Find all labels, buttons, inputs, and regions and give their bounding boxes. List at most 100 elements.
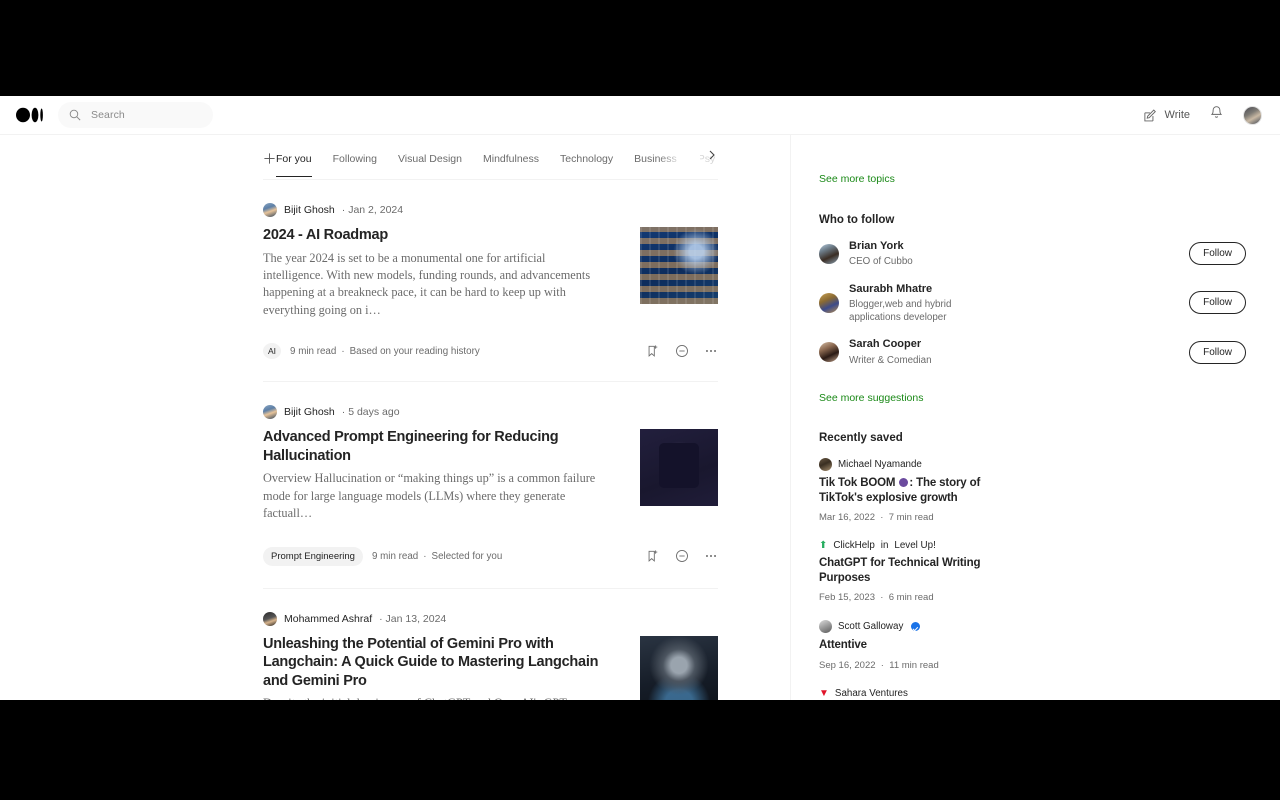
follow-suggestion-row[interactable]: Brian York CEO of Cubbo Follow bbox=[819, 239, 1280, 269]
person-info: Brian York CEO of Cubbo bbox=[849, 239, 971, 269]
circle-minus-icon bbox=[676, 345, 688, 358]
saved-article-item[interactable]: Scott Galloway Attentive Sep 16, 2022 · … bbox=[819, 620, 1280, 671]
article-title[interactable]: Advanced Prompt Engineering for Reducing… bbox=[263, 428, 603, 465]
publication-name[interactable]: Level Up! bbox=[894, 540, 935, 551]
article-card[interactable]: Bijit Ghosh · Jan 2, 2024 2024 - AI Road… bbox=[263, 180, 718, 383]
search-placeholder: Search bbox=[91, 109, 125, 121]
article-author[interactable]: Mohammed Ashraf · Jan 13, 2024 bbox=[263, 611, 718, 626]
meta-separator: · bbox=[341, 345, 345, 357]
add-topic-button[interactable] bbox=[263, 152, 276, 165]
person-avatar[interactable] bbox=[819, 243, 839, 264]
ellipsis-icon bbox=[705, 555, 717, 558]
follow-suggestion-row[interactable]: Sarah Cooper Writer & Comedian Follow bbox=[819, 337, 1280, 367]
search-input[interactable]: Search bbox=[58, 102, 213, 128]
saved-article-title[interactable]: ChatGPT for Technical Writing Purposes bbox=[819, 556, 1029, 586]
saved-article-title[interactable]: Attentive bbox=[819, 638, 1280, 653]
bookmark-icon[interactable] bbox=[646, 549, 660, 563]
ellipsis-icon bbox=[705, 350, 717, 353]
person-info: Saurabh Mhatre Blogger,web and hybrid ap… bbox=[849, 282, 971, 325]
person-name[interactable]: Saurabh Mhatre bbox=[849, 282, 971, 296]
tab-for-you[interactable]: For you bbox=[276, 153, 312, 177]
follow-button[interactable]: Follow bbox=[1189, 291, 1246, 315]
saved-article-meta: Sep 16, 2022 · 11 min read bbox=[819, 659, 939, 671]
article-subtitle: Despite the initial dominance of ChatGPT… bbox=[263, 695, 603, 700]
write-pencil-icon bbox=[1143, 108, 1156, 121]
author-avatar bbox=[263, 611, 277, 626]
write-button[interactable]: Write bbox=[1143, 108, 1190, 123]
author-avatar bbox=[819, 457, 832, 471]
follow-button[interactable]: Follow bbox=[1189, 242, 1246, 266]
more-options-icon[interactable] bbox=[704, 549, 718, 563]
article-thumbnail[interactable] bbox=[640, 635, 718, 700]
person-avatar[interactable] bbox=[819, 292, 839, 313]
person-description: Blogger,web and hybrid applications deve… bbox=[849, 298, 952, 324]
author-name: Michael Nyamande bbox=[838, 458, 922, 470]
article-subtitle: Overview Hallucination or “making things… bbox=[263, 471, 596, 521]
main-content: For you Following Visual Design Mindfuln… bbox=[0, 135, 1280, 700]
author-name: Sahara Ventures bbox=[834, 687, 908, 699]
see-more-suggestions-link[interactable]: See more suggestions bbox=[819, 392, 1280, 404]
article-card[interactable]: Bijit Ghosh · 5 days ago Advanced Prompt… bbox=[263, 382, 718, 589]
article-card[interactable]: Mohammed Ashraf · Jan 13, 2024 Unleashin… bbox=[263, 589, 718, 700]
browser-viewport: Search Write For you Following Visual De… bbox=[0, 96, 1280, 700]
article-text: Unleashing the Potential of Gemini Pro w… bbox=[263, 635, 603, 700]
article-meta: Prompt Engineering 9 min read · Selected… bbox=[263, 546, 718, 566]
article-read-time: 9 min read bbox=[290, 345, 337, 357]
article-text: 2024 - AI Roadmap The year 2024 is set t… bbox=[263, 226, 603, 319]
article-author[interactable]: Bijit Ghosh · 5 days ago bbox=[263, 405, 718, 420]
author-avatar bbox=[819, 620, 832, 634]
tab-following[interactable]: Following bbox=[333, 153, 377, 177]
article-thumbnail[interactable] bbox=[640, 227, 718, 304]
article-read-time: 9 min read bbox=[371, 550, 419, 562]
tab-mindfulness[interactable]: Mindfulness bbox=[483, 153, 539, 177]
article-reason: Selected for you bbox=[431, 550, 503, 562]
user-avatar[interactable] bbox=[1243, 105, 1262, 125]
tab-technology[interactable]: Technology bbox=[560, 153, 613, 177]
article-tag[interactable]: AI bbox=[263, 343, 282, 360]
tabs-scroll-right-button[interactable] bbox=[706, 148, 718, 166]
verified-badge-icon bbox=[911, 622, 921, 632]
saved-article-meta: Mar 16, 2022 · 7 min read bbox=[819, 512, 934, 524]
author-name: Bijit Ghosh bbox=[284, 204, 335, 216]
circle-minus-icon bbox=[676, 550, 688, 563]
bookmark-icon[interactable] bbox=[646, 344, 660, 358]
saved-article-item[interactable]: ⬆ ClickHelp in Level Up! ChatGPT for Tec… bbox=[819, 540, 1280, 603]
chevron-right-icon bbox=[709, 150, 715, 160]
tab-business[interactable]: Business bbox=[634, 153, 677, 177]
article-title[interactable]: Unleashing the Potential of Gemini Pro w… bbox=[263, 635, 603, 691]
saved-author[interactable]: Michael Nyamande bbox=[819, 457, 1280, 471]
author-name: Mohammed Ashraf bbox=[284, 612, 373, 625]
author-name: Scott Galloway bbox=[838, 621, 904, 633]
notifications-bell[interactable] bbox=[1209, 105, 1224, 125]
mute-icon[interactable] bbox=[675, 549, 689, 563]
saved-article-title[interactable]: Tik Tok BOOM : The story of TikTok's exp… bbox=[819, 476, 1015, 506]
tab-visual-design[interactable]: Visual Design bbox=[398, 153, 462, 177]
article-actions bbox=[646, 549, 718, 563]
article-author[interactable]: Bijit Ghosh · Jan 2, 2024 bbox=[263, 203, 718, 217]
medium-logo[interactable] bbox=[16, 107, 44, 123]
author-avatar bbox=[263, 405, 277, 420]
person-name[interactable]: Sarah Cooper bbox=[849, 337, 971, 351]
more-options-icon[interactable] bbox=[704, 344, 718, 358]
article-title[interactable]: 2024 - AI Roadmap bbox=[263, 226, 603, 245]
person-name[interactable]: Brian York bbox=[849, 239, 971, 253]
article-reason: Based on your reading history bbox=[349, 345, 480, 357]
see-more-topics-link[interactable]: See more topics bbox=[819, 173, 1280, 185]
bookmark-add-icon bbox=[648, 550, 658, 563]
saved-article-item[interactable]: Michael Nyamande Tik Tok BOOM : The stor… bbox=[819, 457, 1280, 524]
saved-article-item[interactable]: ▼ Sahara Ventures Vusi Thembekwayo's Do'… bbox=[819, 688, 1280, 700]
author-name: Bijit Ghosh bbox=[284, 406, 335, 419]
article-thumbnail[interactable] bbox=[640, 429, 718, 507]
meta-separator: · bbox=[423, 550, 427, 562]
follow-button[interactable]: Follow bbox=[1189, 340, 1246, 364]
saved-author[interactable]: ⬆ ClickHelp in Level Up! bbox=[819, 540, 1280, 551]
person-avatar[interactable] bbox=[819, 342, 839, 362]
article-tag[interactable]: Prompt Engineering bbox=[263, 546, 363, 566]
saved-author[interactable]: Scott Galloway bbox=[819, 620, 1280, 634]
saved-article-meta: Feb 15, 2023 · 6 min read bbox=[819, 592, 934, 604]
saved-author[interactable]: ▼ Sahara Ventures bbox=[819, 688, 1280, 699]
article-date: · 5 days ago bbox=[341, 406, 400, 419]
mute-icon[interactable] bbox=[675, 344, 689, 358]
article-subtitle: The year 2024 is set to be a monumental … bbox=[263, 250, 591, 317]
follow-suggestion-row[interactable]: Saurabh Mhatre Blogger,web and hybrid ap… bbox=[819, 282, 1280, 325]
